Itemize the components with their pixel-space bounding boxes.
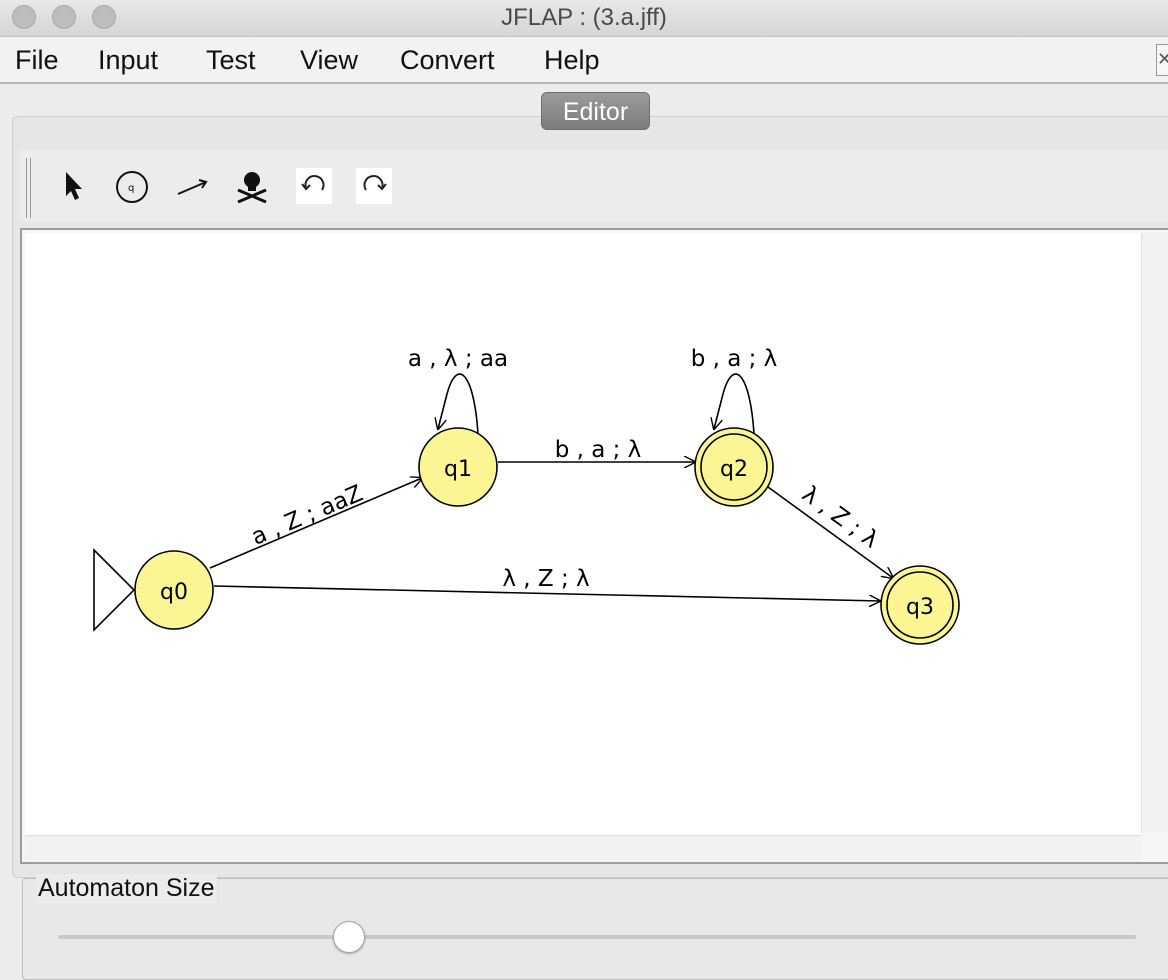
- horizontal-scrollbar[interactable]: [25, 835, 1141, 862]
- loop-q1[interactable]: [438, 373, 479, 435]
- state-label: q0: [160, 580, 188, 605]
- state-q1[interactable]: q1: [418, 427, 498, 507]
- transition-label[interactable]: λ , Z ; λ: [502, 566, 589, 592]
- skull-crossbones-icon: [237, 172, 267, 204]
- editor-toolbar: q: [20, 150, 1168, 222]
- canvas-frame: q0 q1 q2 q3 a , Z ; aaZ a , λ ; aa b , a…: [20, 228, 1168, 864]
- loop-q2[interactable]: [714, 373, 755, 435]
- vertical-scrollbar[interactable]: [1141, 233, 1168, 833]
- transition-label[interactable]: a , Z ; aaZ: [248, 481, 367, 551]
- transition-label[interactable]: a , λ ; aa: [408, 346, 508, 372]
- automaton-canvas[interactable]: q0 q1 q2 q3 a , Z ; aaZ a , λ ; aa b , a…: [25, 233, 1141, 835]
- deleter-tool[interactable]: [234, 168, 270, 204]
- menu-file[interactable]: File: [15, 45, 59, 76]
- undo-icon: [301, 175, 325, 191]
- attribute-editor-tool[interactable]: [56, 168, 92, 204]
- undo-button[interactable]: [296, 168, 332, 204]
- automaton-size-label: Automaton Size: [36, 874, 217, 903]
- title-bar: JFLAP : (3.a.jff): [0, 0, 1168, 37]
- window-title: JFLAP : (3.a.jff): [501, 4, 667, 31]
- pointer-icon: [66, 172, 82, 200]
- redo-icon: [363, 175, 387, 191]
- automaton-diagram: q0 q1 q2 q3 a , Z ; aaZ a , λ ; aa b , a…: [93, 346, 960, 645]
- tab-editor[interactable]: Editor: [541, 92, 650, 130]
- svg-text:q: q: [128, 183, 134, 194]
- transition-label[interactable]: b , a ; λ: [691, 346, 778, 372]
- menu-help[interactable]: Help: [544, 45, 600, 76]
- state-q3[interactable]: q3: [880, 565, 960, 645]
- automaton-size-slider-track[interactable]: [58, 935, 1136, 939]
- transition-arrow-icon: [177, 179, 208, 195]
- close-tab-icon[interactable]: ✕: [1156, 44, 1168, 76]
- menu-bar: File Input Test View Convert Help ✕: [0, 37, 1168, 84]
- automaton-size-slider-knob[interactable]: [333, 921, 366, 953]
- redo-button[interactable]: [356, 168, 392, 204]
- menu-view[interactable]: View: [300, 45, 358, 76]
- transition-label[interactable]: b , a ; λ: [555, 437, 642, 463]
- menu-test[interactable]: Test: [206, 45, 256, 76]
- toolbar-grip[interactable]: [26, 158, 31, 218]
- state-creator-tool[interactable]: q: [114, 168, 150, 204]
- state-label: q2: [720, 457, 748, 482]
- state-label: q3: [906, 595, 934, 620]
- initial-state-marker: [93, 548, 136, 632]
- state-q2[interactable]: q2: [694, 427, 774, 507]
- transition-creator-tool[interactable]: [174, 168, 210, 204]
- menu-convert[interactable]: Convert: [400, 45, 495, 76]
- menu-input[interactable]: Input: [98, 45, 158, 76]
- state-q0[interactable]: q0: [134, 550, 214, 630]
- state-icon: q: [116, 171, 148, 203]
- state-label: q1: [444, 457, 472, 482]
